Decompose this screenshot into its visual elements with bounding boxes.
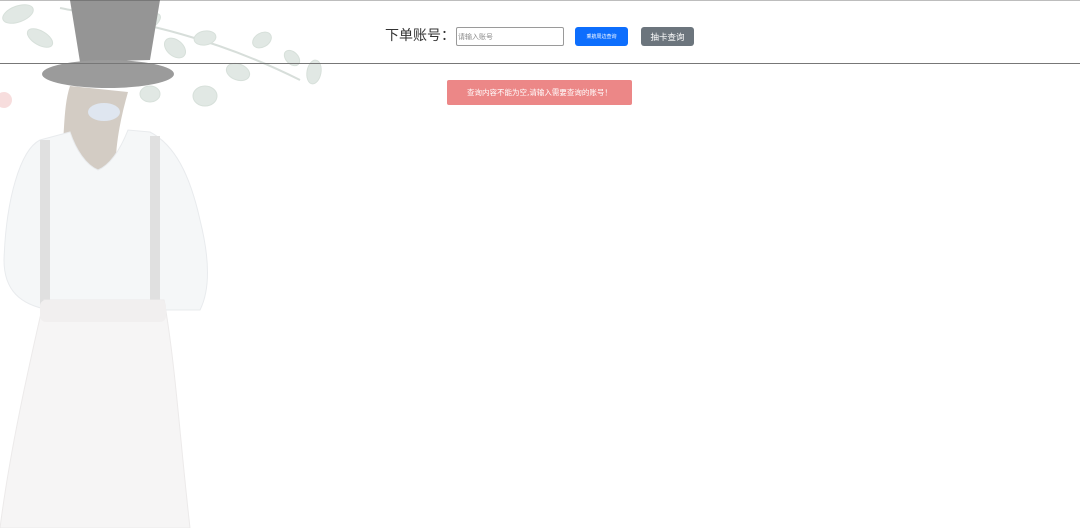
account-label: 下单账号： xyxy=(385,28,455,44)
error-alert: 查询内容不能为空,请输入需要查询的账号！ xyxy=(447,80,632,105)
skirt-icon xyxy=(0,299,191,528)
header-divider xyxy=(0,63,1080,64)
page: 下单账号： 乘航周边查询 抽卡查询 查询内容不能为空,请输入需要查询的账号！ xyxy=(0,0,1080,528)
query-bar: 下单账号： 乘航周边查询 抽卡查询 xyxy=(0,0,1080,63)
card-query-button[interactable]: 抽卡查询 xyxy=(641,27,694,46)
nearby-query-button[interactable]: 乘航周边查询 xyxy=(575,27,628,46)
background-illustration xyxy=(0,0,322,528)
account-input[interactable] xyxy=(456,27,564,46)
scrunchie-icon xyxy=(88,103,120,121)
